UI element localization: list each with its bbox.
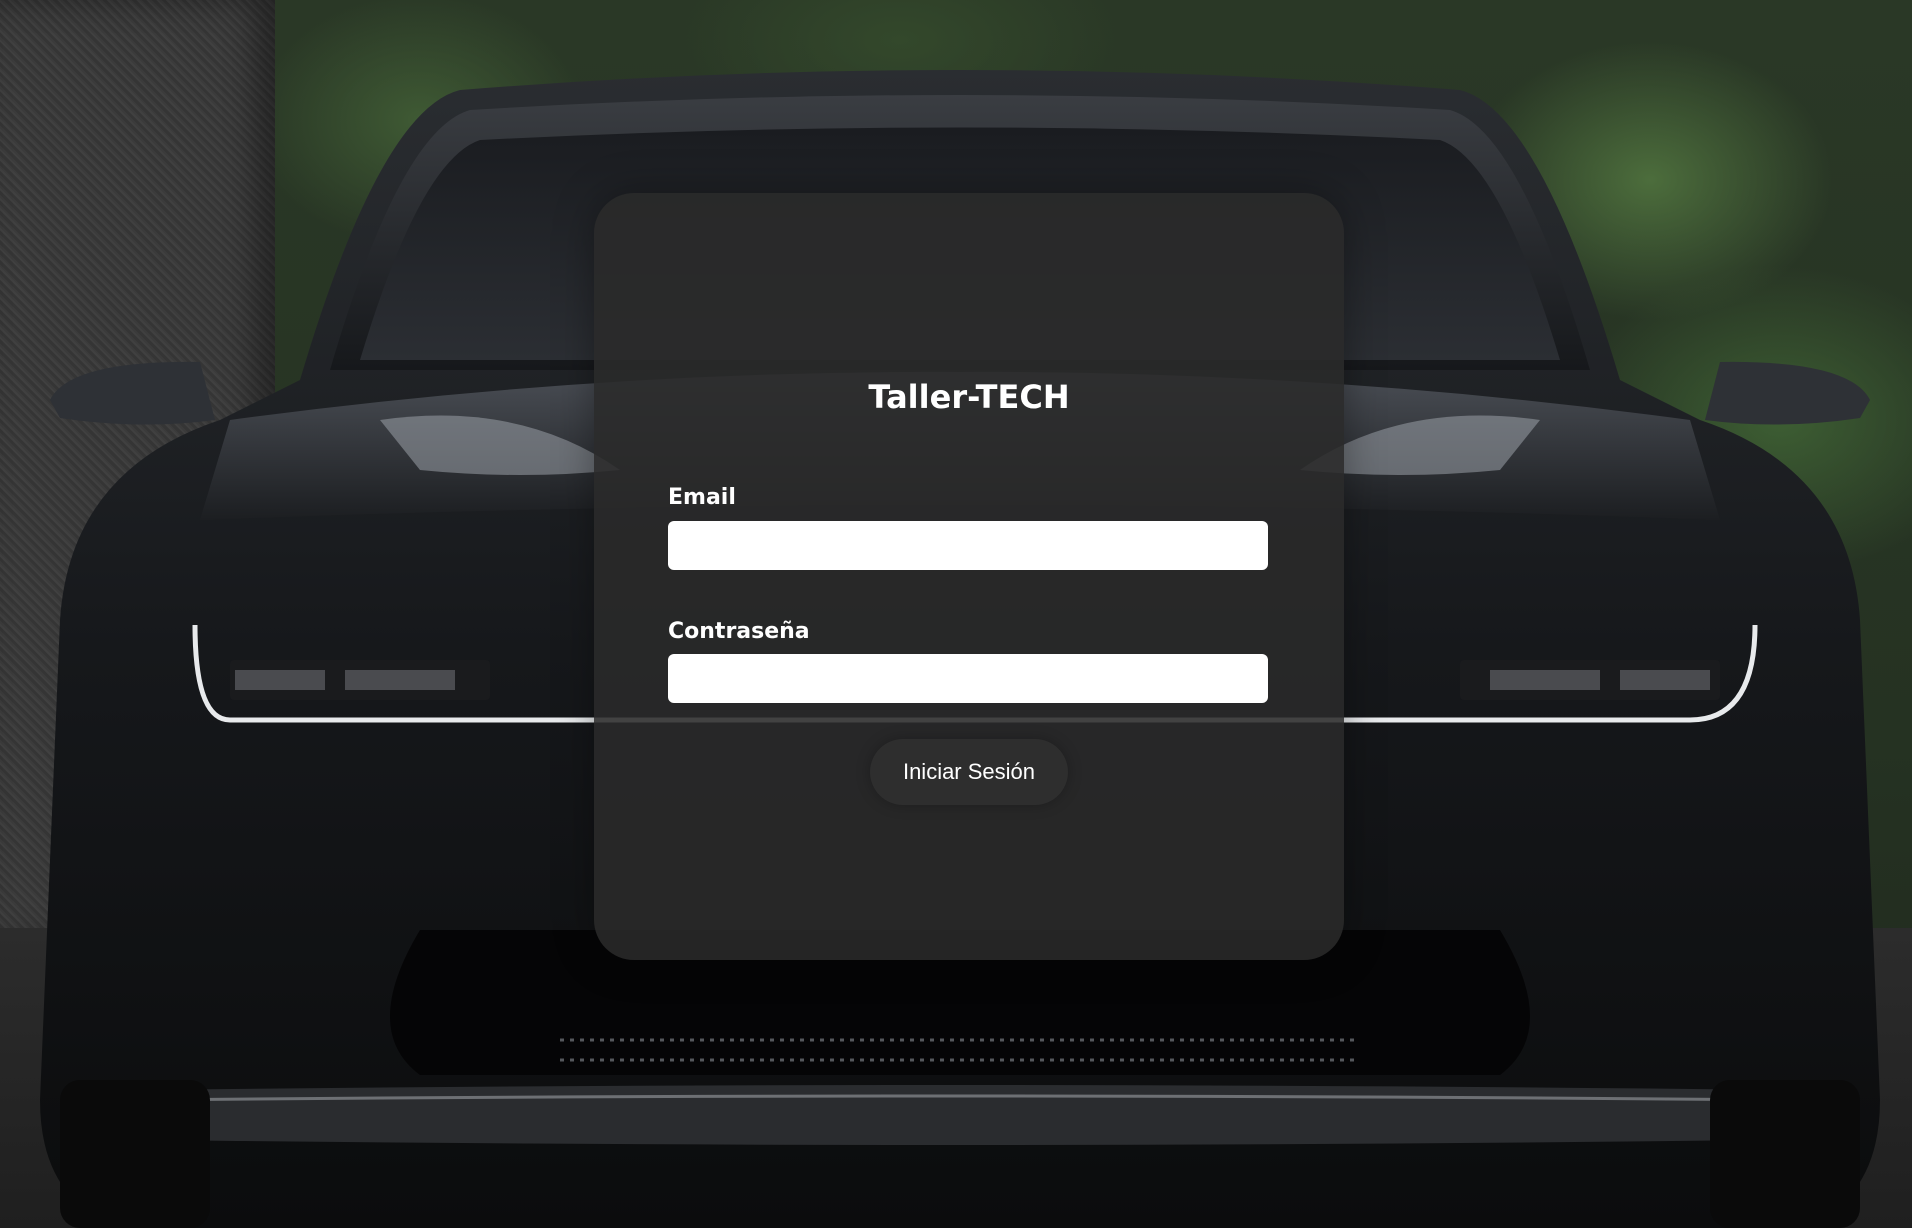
login-screen: Taller-TECH Email Contraseña Iniciar Ses… (0, 0, 1912, 1228)
email-field[interactable] (668, 521, 1268, 570)
app-title: Taller-TECH (868, 378, 1070, 416)
email-label: Email (668, 485, 736, 510)
password-field[interactable] (668, 654, 1268, 703)
login-button[interactable]: Iniciar Sesión (870, 739, 1068, 805)
login-panel: Taller-TECH Email Contraseña Iniciar Ses… (594, 193, 1344, 960)
password-label: Contraseña (668, 619, 810, 644)
